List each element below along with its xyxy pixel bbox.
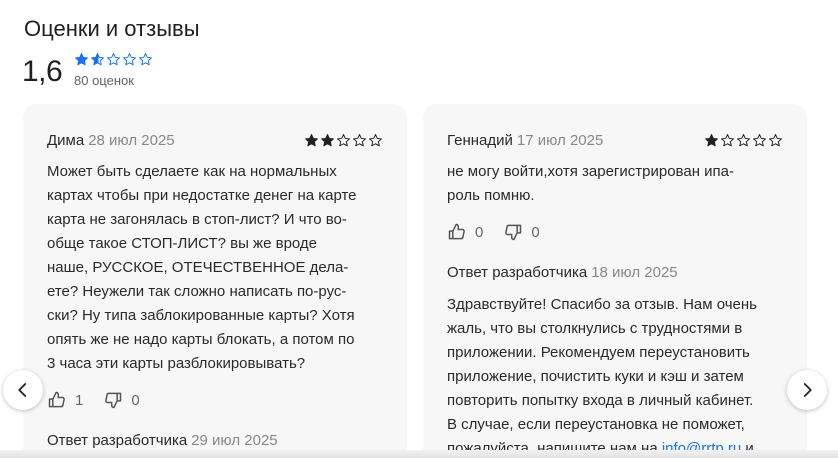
reply-text-line: В случае, если переустановка не поможет, bbox=[447, 416, 745, 433]
next-button[interactable] bbox=[787, 370, 827, 410]
review-text: не могу войти,хотя зарегистрирован ипа- … bbox=[447, 160, 787, 208]
review-text-line: Может быть сделаете как на нормальных bbox=[47, 163, 337, 180]
review-text-line: не могу войти,хотя зарегистрирован ипа- bbox=[447, 163, 734, 180]
review-stars bbox=[704, 133, 783, 148]
developer-reply-text: Здравствуйте! Спасибо за отзыв. Нам очен… bbox=[447, 293, 787, 458]
thumbs-down-icon bbox=[503, 222, 523, 242]
review-header: Дима 28 июл 2025 bbox=[47, 132, 383, 152]
bottom-shadow bbox=[0, 450, 838, 458]
chevron-right-icon bbox=[798, 381, 816, 399]
section-title: Оценки и отзывы bbox=[24, 16, 200, 41]
review-text-line: обще такое СТОП-ЛИСТ? вы же вроде bbox=[47, 235, 318, 252]
star-half-icon bbox=[90, 52, 105, 67]
average-rating: 1,6 bbox=[22, 55, 63, 88]
rating-count: 80 оценок bbox=[74, 73, 134, 88]
star-empty-icon bbox=[352, 133, 367, 148]
review-stars bbox=[304, 133, 383, 148]
review-text-line: ски? Ну типа заблокированные карты? Хотя bbox=[47, 307, 355, 324]
star-empty-icon bbox=[752, 133, 767, 148]
like-count: 0 bbox=[475, 223, 484, 241]
summary-stars bbox=[74, 52, 153, 67]
dislike-button[interactable]: 0 bbox=[103, 390, 140, 410]
review-text-line: 3 часа эти карты разблокировывать? bbox=[47, 355, 306, 372]
developer-reply-label: Ответ разработчика bbox=[47, 432, 188, 449]
review-text-line: картах чтобы при недостатке денег на кар… bbox=[47, 187, 357, 204]
dislike-count: 0 bbox=[531, 223, 540, 241]
star-empty-icon bbox=[122, 52, 137, 67]
thumbs-up-icon bbox=[447, 222, 467, 242]
review-header: Геннадий 17 июл 2025 bbox=[447, 132, 783, 152]
developer-reply-header: Ответ разработчика 29 июл 2025 bbox=[47, 432, 278, 449]
reply-text-line: Здравствуйте! Спасибо за отзыв. Нам очен… bbox=[447, 296, 757, 313]
reply-text-line: приложение, почистить куки и кэш и затем bbox=[447, 368, 744, 385]
developer-reply-date: 18 июл 2025 bbox=[591, 264, 678, 281]
star-filled-icon bbox=[74, 52, 89, 67]
review-text-line: наше, РУССКОЕ, ОТЕЧЕСТВЕННОЕ дела- bbox=[47, 259, 349, 276]
star-empty-icon bbox=[368, 133, 383, 148]
review-votes: 1 0 bbox=[47, 390, 140, 410]
review-date: 28 июл 2025 bbox=[88, 132, 175, 149]
star-empty-icon bbox=[336, 133, 351, 148]
star-filled-icon bbox=[320, 133, 335, 148]
review-text-line: опять же не надо карты блокать, а потом … bbox=[47, 331, 355, 348]
dislike-count: 0 bbox=[131, 391, 140, 409]
reply-text-line: повторить попытку входа в личный кабинет… bbox=[447, 392, 754, 409]
like-button[interactable]: 1 bbox=[47, 390, 83, 410]
review-author: Дима bbox=[47, 132, 85, 149]
like-button[interactable]: 0 bbox=[447, 222, 483, 242]
reply-text-line: приложении. Рекомендуем переустановить bbox=[447, 344, 750, 361]
star-filled-icon bbox=[704, 133, 719, 148]
dislike-button[interactable]: 0 bbox=[503, 222, 540, 242]
star-filled-icon bbox=[304, 133, 319, 148]
review-text: Может быть сделаете как на нормальных ка… bbox=[47, 160, 387, 376]
previous-button[interactable] bbox=[3, 370, 43, 410]
developer-reply-header: Ответ разработчика 18 июл 2025 bbox=[447, 264, 678, 281]
chevron-left-icon bbox=[14, 381, 32, 399]
review-votes: 0 0 bbox=[447, 222, 540, 242]
star-empty-icon bbox=[720, 133, 735, 148]
review-text-line: роль помню. bbox=[447, 187, 535, 204]
review-text-line: карта не загонялась в стоп-лист? И что в… bbox=[47, 211, 347, 228]
review-card: Дима 28 июл 2025 Может быть сделаете как … bbox=[23, 104, 407, 458]
thumbs-down-icon bbox=[103, 390, 123, 410]
thumbs-up-icon bbox=[47, 390, 67, 410]
review-author: Геннадий bbox=[447, 132, 513, 149]
like-count: 1 bbox=[75, 391, 84, 409]
reply-text-line: жаль, что вы столкнулись с трудностями в bbox=[447, 320, 743, 337]
developer-reply-date: 29 июл 2025 bbox=[191, 432, 278, 449]
review-card: Геннадий 17 июл 2025 не могу войти,хотя з… bbox=[423, 104, 807, 458]
star-empty-icon bbox=[106, 52, 121, 67]
review-date: 17 июл 2025 bbox=[516, 132, 604, 149]
developer-reply-label: Ответ разработчика bbox=[447, 264, 588, 281]
review-text-line: ете? Неужели так сложно написать по-рус- bbox=[47, 283, 347, 300]
star-empty-icon bbox=[736, 133, 751, 148]
star-empty-icon bbox=[138, 52, 153, 67]
star-empty-icon bbox=[768, 133, 783, 148]
